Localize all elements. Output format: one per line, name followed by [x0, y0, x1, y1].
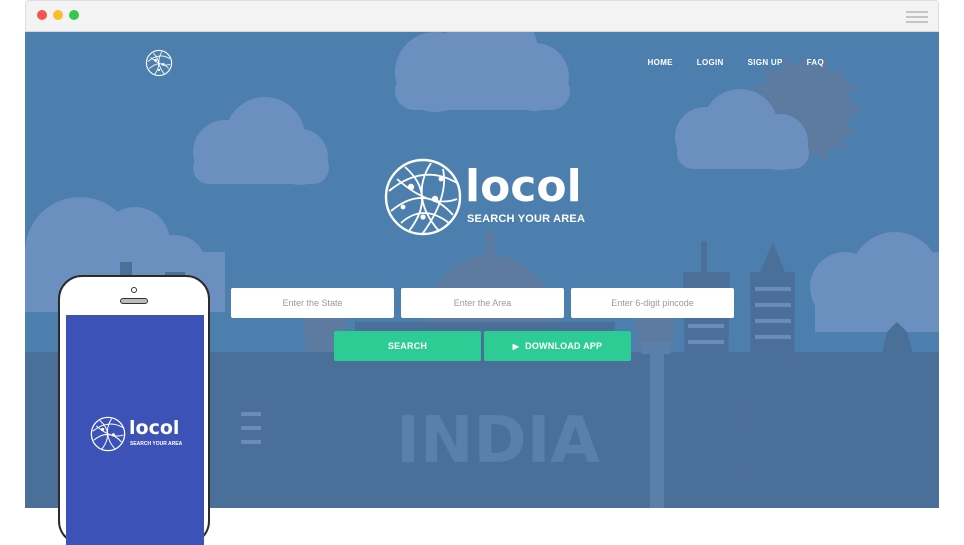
close-window-icon[interactable] [37, 10, 47, 20]
state-input[interactable] [231, 288, 394, 318]
nav-faq[interactable]: FAQ [807, 58, 824, 67]
download-app-button[interactable]: ▶ DOWNLOAD APP [484, 331, 631, 361]
small-logo-icon[interactable] [145, 49, 173, 77]
cloud-left [193, 97, 329, 185]
area-input[interactable] [401, 288, 564, 318]
cloud-top [395, 32, 570, 112]
phone-brand-name: locol [129, 417, 180, 439]
download-app-label: DOWNLOAD APP [525, 341, 603, 351]
phone-brand-tagline: SEARCH YOUR AREA [130, 441, 183, 447]
skyline-text: INDIA [396, 404, 600, 478]
brand-logo: locol SEARCH YOUR AREA [383, 157, 586, 239]
search-fields [231, 288, 741, 318]
phone-speaker [120, 298, 148, 304]
phone-screen: locol SEARCH YOUR AREA [66, 315, 204, 545]
search-button-label: SEARCH [387, 341, 428, 351]
play-icon: ▶ [512, 341, 520, 351]
brand-tagline: SEARCH YOUR AREA [467, 213, 586, 225]
globe-network-icon [90, 416, 126, 452]
nav-login[interactable]: LOGIN [697, 58, 724, 67]
top-nav: HOME LOGIN SIGN UP FAQ [624, 58, 824, 67]
minimize-window-icon[interactable] [53, 10, 63, 20]
hamburger-icon[interactable] [906, 11, 928, 23]
search-button[interactable]: SEARCH [334, 331, 481, 361]
pincode-input[interactable] [571, 288, 734, 318]
action-buttons: SEARCH ▶ DOWNLOAD APP [334, 331, 634, 361]
brand-name: locol [465, 161, 582, 212]
maximize-window-icon[interactable] [69, 10, 79, 20]
browser-chrome [25, 0, 939, 32]
nav-sign-up[interactable]: SIGN UP [748, 58, 783, 67]
phone-camera [131, 287, 137, 293]
globe-network-icon [384, 158, 462, 236]
phone-mockup: locol SEARCH YOUR AREA [58, 275, 210, 545]
nav-home[interactable]: HOME [648, 58, 673, 67]
cloud-bottom-right [810, 232, 939, 332]
